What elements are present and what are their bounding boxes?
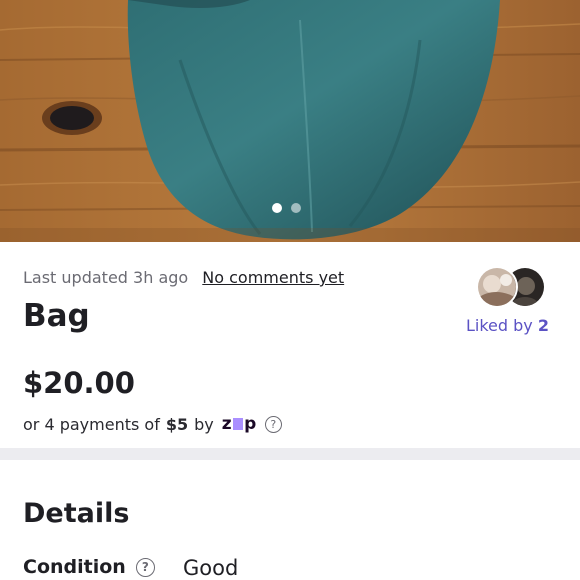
condition-label: Condition: [23, 556, 126, 578]
product-photo[interactable]: [0, 0, 580, 242]
zip-logo: zp: [221, 414, 257, 434]
details-heading: Details: [23, 498, 130, 529]
listing-meta: Last updated 3h ago No comments yet: [23, 268, 344, 287]
liked-by-label: Liked by: [466, 316, 533, 335]
gallery-dot-1[interactable]: [272, 203, 282, 213]
section-divider: [0, 448, 580, 460]
liked-by-link[interactable]: Liked by 2: [466, 316, 549, 335]
comments-link[interactable]: No comments yet: [202, 268, 344, 287]
listing-price: $20.00: [23, 366, 135, 400]
condition-value: Good: [183, 556, 239, 580]
gallery-pagination[interactable]: [272, 203, 301, 213]
avatar[interactable]: [476, 266, 518, 308]
last-updated-text: Last updated 3h ago: [23, 268, 189, 287]
installments-prefix: or 4 payments of: [23, 414, 160, 434]
listing-title: Bag: [23, 298, 90, 334]
gallery-dot-2[interactable]: [291, 203, 301, 213]
liker-avatars[interactable]: [476, 266, 546, 308]
installment-amount: $5: [165, 414, 189, 434]
help-icon[interactable]: ?: [264, 415, 282, 433]
installments-by: by: [194, 414, 214, 434]
likes-count: 2: [537, 316, 549, 335]
help-icon[interactable]: ?: [135, 557, 155, 577]
installments-info: or 4 payments of $5 by zp ?: [23, 414, 282, 434]
condition-label-row: Condition ?: [23, 556, 155, 578]
